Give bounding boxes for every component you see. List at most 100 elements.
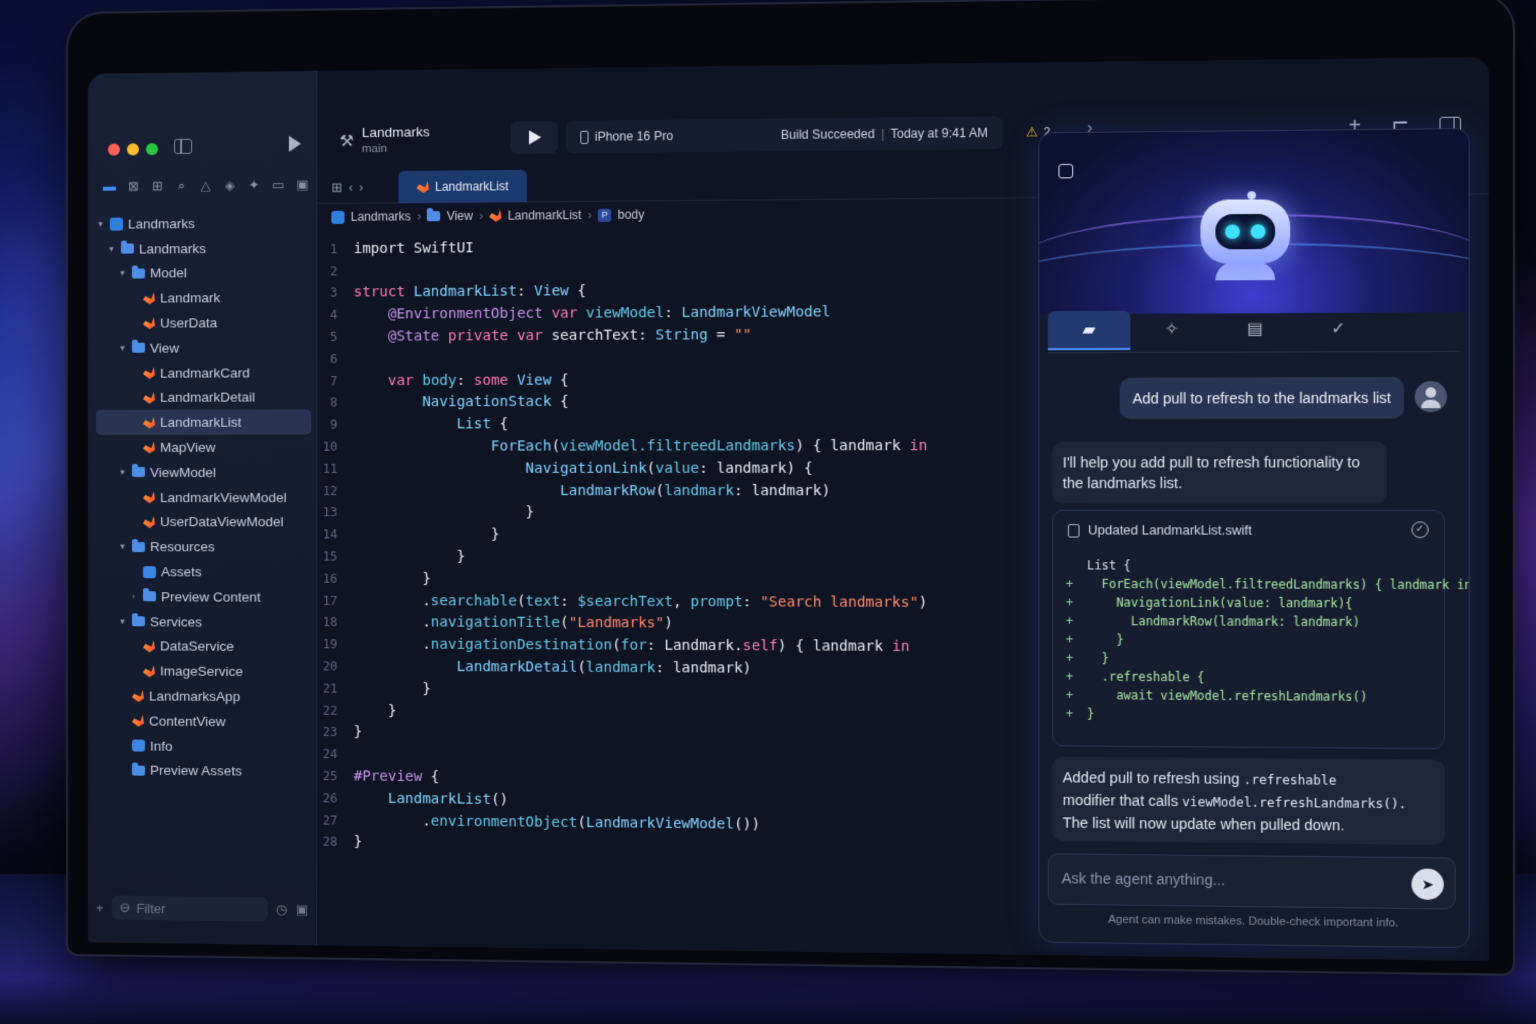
code-token: }: [354, 702, 397, 718]
chevron-down-icon[interactable]: ▾: [96, 219, 105, 230]
navigator-item[interactable]: ▾ View: [96, 335, 311, 361]
navigator-item[interactable]: UserDataViewModel: [96, 510, 311, 535]
breakpoint-navigator-icon[interactable]: ▭: [271, 177, 286, 193]
breadcrumb-symbol[interactable]: body: [618, 207, 645, 221]
diff-marker: +: [1066, 577, 1087, 596]
find-navigator-icon[interactable]: ⌕: [174, 178, 189, 194]
code-line: 5 @State private var searchText: String …: [317, 323, 977, 348]
navigator-item[interactable]: UserData: [96, 310, 311, 336]
code-token: ,: [673, 594, 690, 610]
branch-name[interactable]: main: [362, 143, 387, 155]
navigator-item[interactable]: Info: [96, 733, 311, 760]
tab-landmarklist[interactable]: LandmarkList: [398, 170, 527, 203]
code-token: in: [892, 639, 910, 655]
navigator-item-label: UserDataViewModel: [160, 515, 284, 530]
code-token: [439, 328, 448, 344]
tab-checkmark[interactable]: ✓: [1297, 309, 1381, 349]
code-token: [354, 329, 388, 345]
recent-files-icon[interactable]: ◷: [276, 902, 287, 918]
run-button[interactable]: [511, 121, 558, 154]
send-button[interactable]: ➤: [1411, 868, 1443, 900]
navigator-item[interactable]: Preview Assets: [96, 758, 311, 785]
asset-icon: [143, 566, 156, 578]
test-navigator-icon[interactable]: ◈: [222, 177, 237, 193]
tab-clipboard[interactable]: ▤: [1213, 309, 1296, 349]
play-icon[interactable]: [289, 136, 301, 152]
code-token: ): [664, 616, 673, 632]
code-change-card[interactable]: Updated LandmarkList.swift ✓ List {+ For…: [1052, 510, 1445, 750]
sidebar-toggle-icon[interactable]: [174, 139, 192, 154]
swift-icon: [143, 441, 155, 453]
line-number: 14: [317, 528, 353, 542]
breadcrumb-project[interactable]: Landmarks: [351, 209, 411, 224]
navigator-item[interactable]: LandmarkCard: [96, 360, 311, 386]
filter-field[interactable]: ⊖ Filter: [112, 896, 268, 922]
navigator-item[interactable]: ▾ Landmarks: [96, 210, 311, 237]
chevron-down-icon[interactable]: ▾: [118, 467, 127, 478]
navigator-item[interactable]: LandmarksApp: [96, 683, 311, 709]
source-editor[interactable]: 1 import SwiftUI 2 3 struct LandmarkList: Vi…: [317, 234, 977, 860]
symbol-navigator-icon[interactable]: ⊞: [150, 178, 165, 194]
breadcrumb-folder[interactable]: View: [447, 209, 473, 223]
navigator-item[interactable]: LandmarkList: [96, 410, 311, 435]
code-token: : landmark): [656, 660, 752, 677]
line-number: 22: [317, 703, 353, 717]
code-token: LandmarkViewModel: [586, 815, 734, 833]
diff-marker: +: [1066, 669, 1087, 688]
navigator-item[interactable]: ▾ ViewModel: [96, 460, 311, 485]
agent-panel: ▰ ✧ ▤ ✓ Add pull to refresh to the landm…: [1038, 128, 1469, 948]
agent-summary-message: Added pull to refresh using .refreshable…: [1052, 757, 1445, 845]
navigator-item[interactable]: DataService: [96, 634, 311, 660]
chevron-down-icon[interactable]: ▾: [118, 343, 127, 354]
navigator-item[interactable]: ImageService: [96, 658, 311, 684]
chevron-down-icon[interactable]: ▾: [107, 243, 116, 254]
related-items-icon[interactable]: ⊞‹›: [331, 179, 369, 195]
code-token: LandmarkList: [414, 284, 517, 301]
code-token: (: [551, 438, 560, 454]
navigator-item[interactable]: LandmarkViewModel: [96, 485, 311, 510]
zoom-window-button[interactable]: [146, 143, 158, 155]
chevron-down-icon[interactable]: ▾: [118, 616, 127, 627]
navigator-item[interactable]: ▾ Services: [96, 609, 311, 635]
issue-navigator-icon[interactable]: △: [198, 178, 213, 194]
navigator-item[interactable]: Assets: [96, 559, 311, 584]
navigator-item[interactable]: › Preview Content: [96, 584, 311, 610]
chevron-down-icon[interactable]: ▾: [118, 541, 127, 552]
navigator-item[interactable]: MapView: [96, 435, 311, 460]
code-token: [354, 307, 388, 323]
navigator-item[interactable]: ▾ Model: [96, 260, 311, 286]
folder-icon: [427, 211, 440, 221]
chevron-right-icon[interactable]: ›: [129, 592, 138, 602]
navigator-item[interactable]: Landmark: [96, 285, 311, 311]
code-token: ) { landmark: [778, 638, 892, 655]
chevron-right-icon: ›: [417, 209, 421, 223]
scm-filter-icon[interactable]: ▣: [296, 902, 308, 918]
add-icon[interactable]: +: [96, 900, 104, 915]
report-navigator-icon[interactable]: ▣: [295, 177, 310, 193]
code-token: :: [517, 284, 534, 300]
checkmark-circle-icon[interactable]: ✓: [1411, 521, 1428, 538]
minimize-window-button[interactable]: [127, 143, 139, 155]
project-name[interactable]: Landmarks: [362, 124, 430, 140]
summary-text: Added pull to refresh using: [1063, 769, 1244, 787]
navigator-item[interactable]: ▾ Landmarks: [96, 235, 311, 261]
agent-prompt-input[interactable]: [1062, 870, 1382, 890]
source-control-icon[interactable]: ⊠: [126, 178, 141, 194]
tab-chat[interactable]: ▰: [1048, 310, 1131, 349]
export-icon[interactable]: [1058, 164, 1073, 179]
chevron-down-icon[interactable]: ▾: [118, 268, 127, 279]
navigator-item[interactable]: ▾ Resources: [96, 534, 311, 559]
breadcrumb-file[interactable]: LandmarkList: [508, 208, 582, 223]
tab-magic-wand[interactable]: ✧: [1130, 310, 1213, 350]
code-token: ()): [734, 816, 760, 833]
close-window-button[interactable]: [108, 143, 120, 155]
code-token: "Search landmarks": [760, 594, 918, 611]
folder-navigator-icon[interactable]: ▬: [102, 179, 117, 195]
debug-navigator-icon[interactable]: ✦: [246, 177, 261, 193]
navigator-item[interactable]: LandmarkDetail: [96, 385, 311, 410]
navigator-item[interactable]: ContentView: [96, 708, 311, 734]
diff-code-text: .refreshable {: [1087, 669, 1205, 688]
code-token: (: [655, 483, 664, 499]
line-number: 18: [317, 615, 353, 629]
run-destination[interactable]: iPhone 16 Pro: [595, 129, 673, 144]
